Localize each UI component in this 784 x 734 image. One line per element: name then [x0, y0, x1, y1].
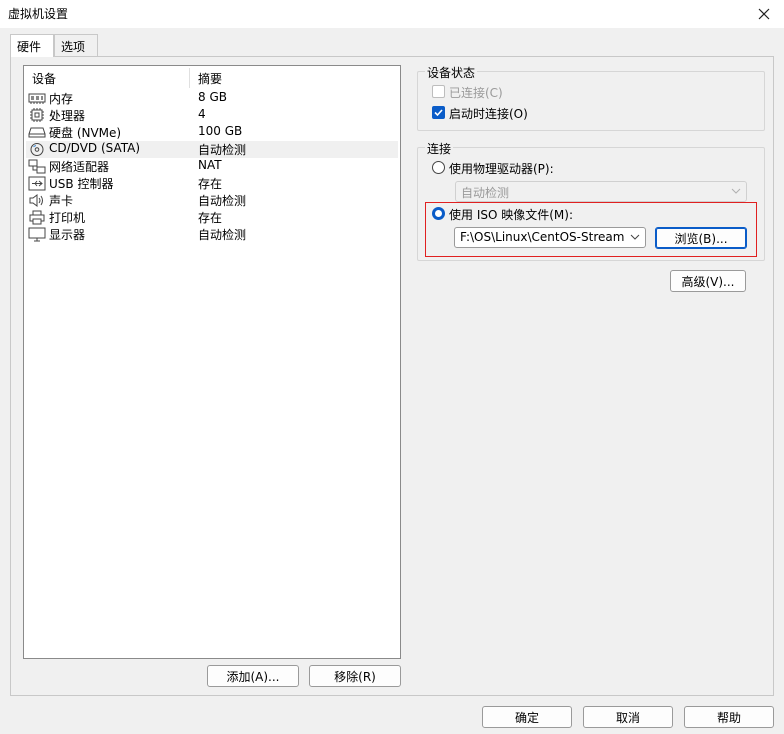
device-list[interactable]: 设备 摘要 内存 8 GB 处理器 4 硬盘 (NVMe) 100 GB CD/… [23, 65, 401, 659]
window-title: 虚拟机设置 [8, 7, 69, 21]
usb-icon [28, 176, 46, 191]
tab-hardware[interactable]: 硬件 [10, 34, 54, 57]
device-name: 网络适配器 [49, 160, 110, 174]
device-summary: 自动检测 [198, 194, 247, 208]
device-summary: 4 [198, 107, 206, 121]
device-name: 声卡 [49, 194, 74, 208]
chevron-down-icon [628, 229, 642, 245]
display-icon [28, 227, 46, 242]
column-header-summary[interactable]: 摘要 [198, 70, 222, 87]
help-button[interactable]: 帮助 [684, 706, 774, 728]
device-row-display[interactable]: 显示器 自动检测 [26, 226, 398, 243]
column-divider [189, 68, 190, 88]
device-row-usb-controller[interactable]: USB 控制器 存在 [26, 175, 398, 192]
browse-button[interactable]: 浏览(B)... [655, 227, 747, 249]
device-name: 内存 [49, 92, 74, 106]
add-device-button[interactable]: 添加(A)... [207, 665, 299, 687]
device-name: 打印机 [49, 211, 86, 225]
close-button[interactable] [744, 0, 784, 28]
advanced-button[interactable]: 高级(V)... [670, 270, 746, 292]
printer-icon [29, 210, 45, 225]
connected-checkbox[interactable] [432, 85, 445, 98]
connect-at-power-on-label: 启动时连接(O) [449, 107, 528, 121]
cd-dvd-icon [30, 143, 44, 156]
device-row-printer[interactable]: 打印机 存在 [26, 209, 398, 226]
device-name: 处理器 [49, 109, 86, 123]
device-name: 显示器 [49, 228, 86, 242]
device-summary: NAT [198, 158, 222, 172]
iso-image-label: 使用 ISO 映像文件(M): [449, 208, 573, 222]
device-row-network-adapter[interactable]: 网络适配器 NAT [26, 158, 398, 175]
network-adapter-icon [28, 159, 46, 174]
column-header-device[interactable]: 设备 [32, 70, 56, 87]
cancel-button[interactable]: 取消 [583, 706, 673, 728]
physical-drive-select[interactable]: 自动检测 [455, 181, 747, 202]
device-row-cd-dvd[interactable]: CD/DVD (SATA) 自动检测 [26, 141, 398, 158]
device-summary: 自动检测 [198, 228, 247, 242]
device-name: 硬盘 (NVMe) [49, 126, 122, 140]
iso-path-value: F:\OS\Linux\CentOS-Stream [460, 230, 625, 244]
checkmark-icon [434, 109, 443, 117]
device-summary: 存在 [198, 177, 223, 191]
device-status-legend: 设备状态 [425, 64, 478, 81]
device-name: CD/DVD (SATA) [49, 141, 141, 155]
device-row-memory[interactable]: 内存 8 GB [26, 90, 398, 107]
device-row-hard-disk[interactable]: 硬盘 (NVMe) 100 GB [26, 124, 398, 141]
hard-disk-icon [28, 127, 46, 138]
connect-at-power-on-checkbox[interactable] [432, 106, 445, 119]
device-summary: 100 GB [198, 124, 243, 138]
device-summary: 存在 [198, 211, 223, 225]
connection-legend: 连接 [425, 140, 454, 157]
chevron-down-icon [731, 188, 741, 194]
device-name: USB 控制器 [49, 177, 114, 191]
device-summary: 8 GB [198, 90, 227, 104]
remove-device-button[interactable]: 移除(R) [309, 665, 401, 687]
processor-icon [30, 108, 44, 122]
iso-image-radio[interactable] [432, 207, 445, 220]
tab-panel-hardware: 设备 摘要 内存 8 GB 处理器 4 硬盘 (NVMe) 100 GB CD/… [10, 56, 774, 696]
device-summary: 自动检测 [198, 143, 247, 157]
ok-button[interactable]: 确定 [482, 706, 572, 728]
connected-label: 已连接(C) [449, 86, 503, 100]
tab-options[interactable]: 选项 [54, 34, 98, 56]
sound-card-icon [29, 194, 43, 207]
close-icon [758, 8, 770, 20]
memory-icon [28, 93, 46, 104]
physical-drive-label: 使用物理驱动器(P): [449, 162, 554, 176]
device-row-processor[interactable]: 处理器 4 [26, 107, 398, 124]
physical-drive-radio[interactable] [432, 161, 445, 174]
physical-drive-value: 自动检测 [461, 186, 510, 200]
device-row-sound-card[interactable]: 声卡 自动检测 [26, 192, 398, 209]
title-bar: 虚拟机设置 [0, 0, 784, 28]
iso-path-combobox[interactable]: F:\OS\Linux\CentOS-Stream [454, 227, 646, 248]
